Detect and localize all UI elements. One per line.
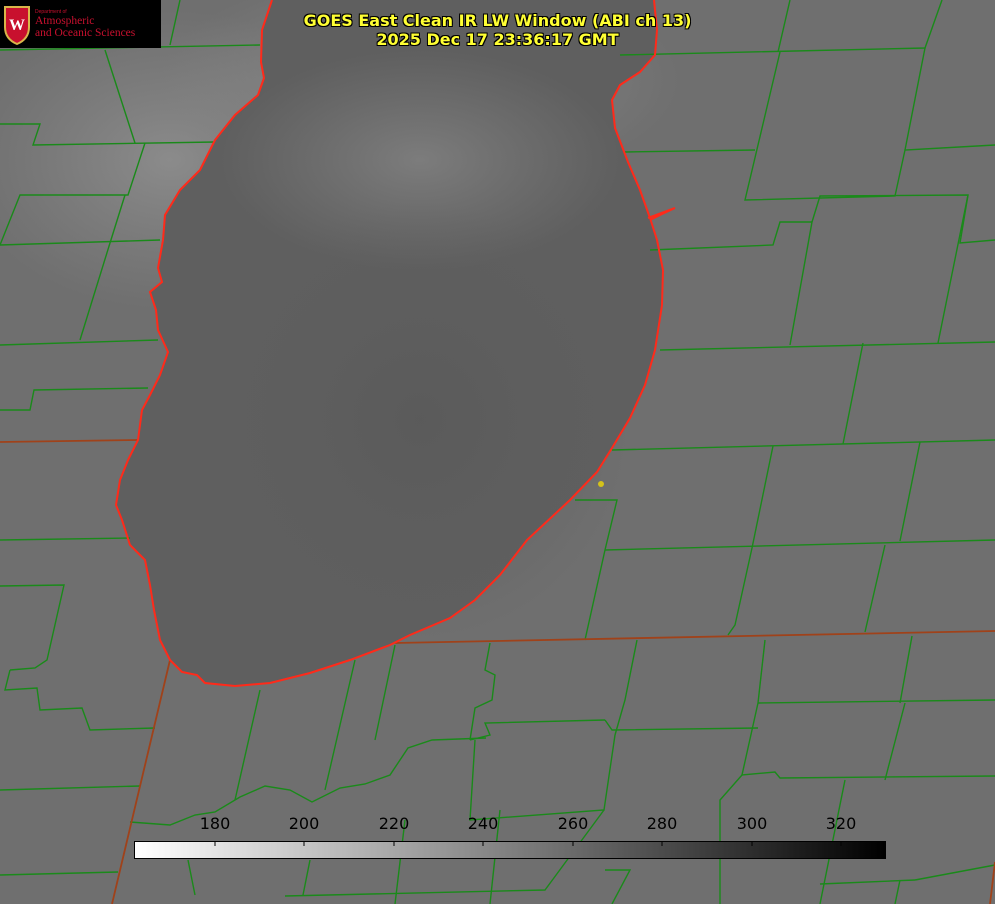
colorbar-tick-label: 200 <box>288 814 320 833</box>
satellite-map <box>0 0 995 904</box>
temperature-colorbar <box>134 841 886 859</box>
product-title: GOES East Clean IR LW Window (ABI ch 13) <box>303 11 692 30</box>
colorbar-tick-label: 180 <box>199 814 231 833</box>
colorbar-tick-label: 240 <box>467 814 499 833</box>
lake-dark-center <box>210 200 630 640</box>
logo-name-line2: and Oceanic Sciences <box>35 27 136 39</box>
colorbar-tick-label: 300 <box>736 814 768 833</box>
svg-text:W: W <box>9 17 25 34</box>
colorbar-tick-label: 260 <box>557 814 589 833</box>
colorbar-tick-label: 320 <box>825 814 857 833</box>
location-marker <box>598 481 604 487</box>
aos-logo: W Department of Atmospheric and Oceanic … <box>0 0 161 48</box>
colorbar-tick-label: 220 <box>378 814 410 833</box>
uw-seal-icon: W <box>4 6 30 45</box>
colorbar-tick-label: 280 <box>646 814 678 833</box>
image-timestamp: 2025 Dec 17 23:36:17 GMT <box>376 30 619 49</box>
logo-name-line1: Atmospheric <box>35 15 95 27</box>
